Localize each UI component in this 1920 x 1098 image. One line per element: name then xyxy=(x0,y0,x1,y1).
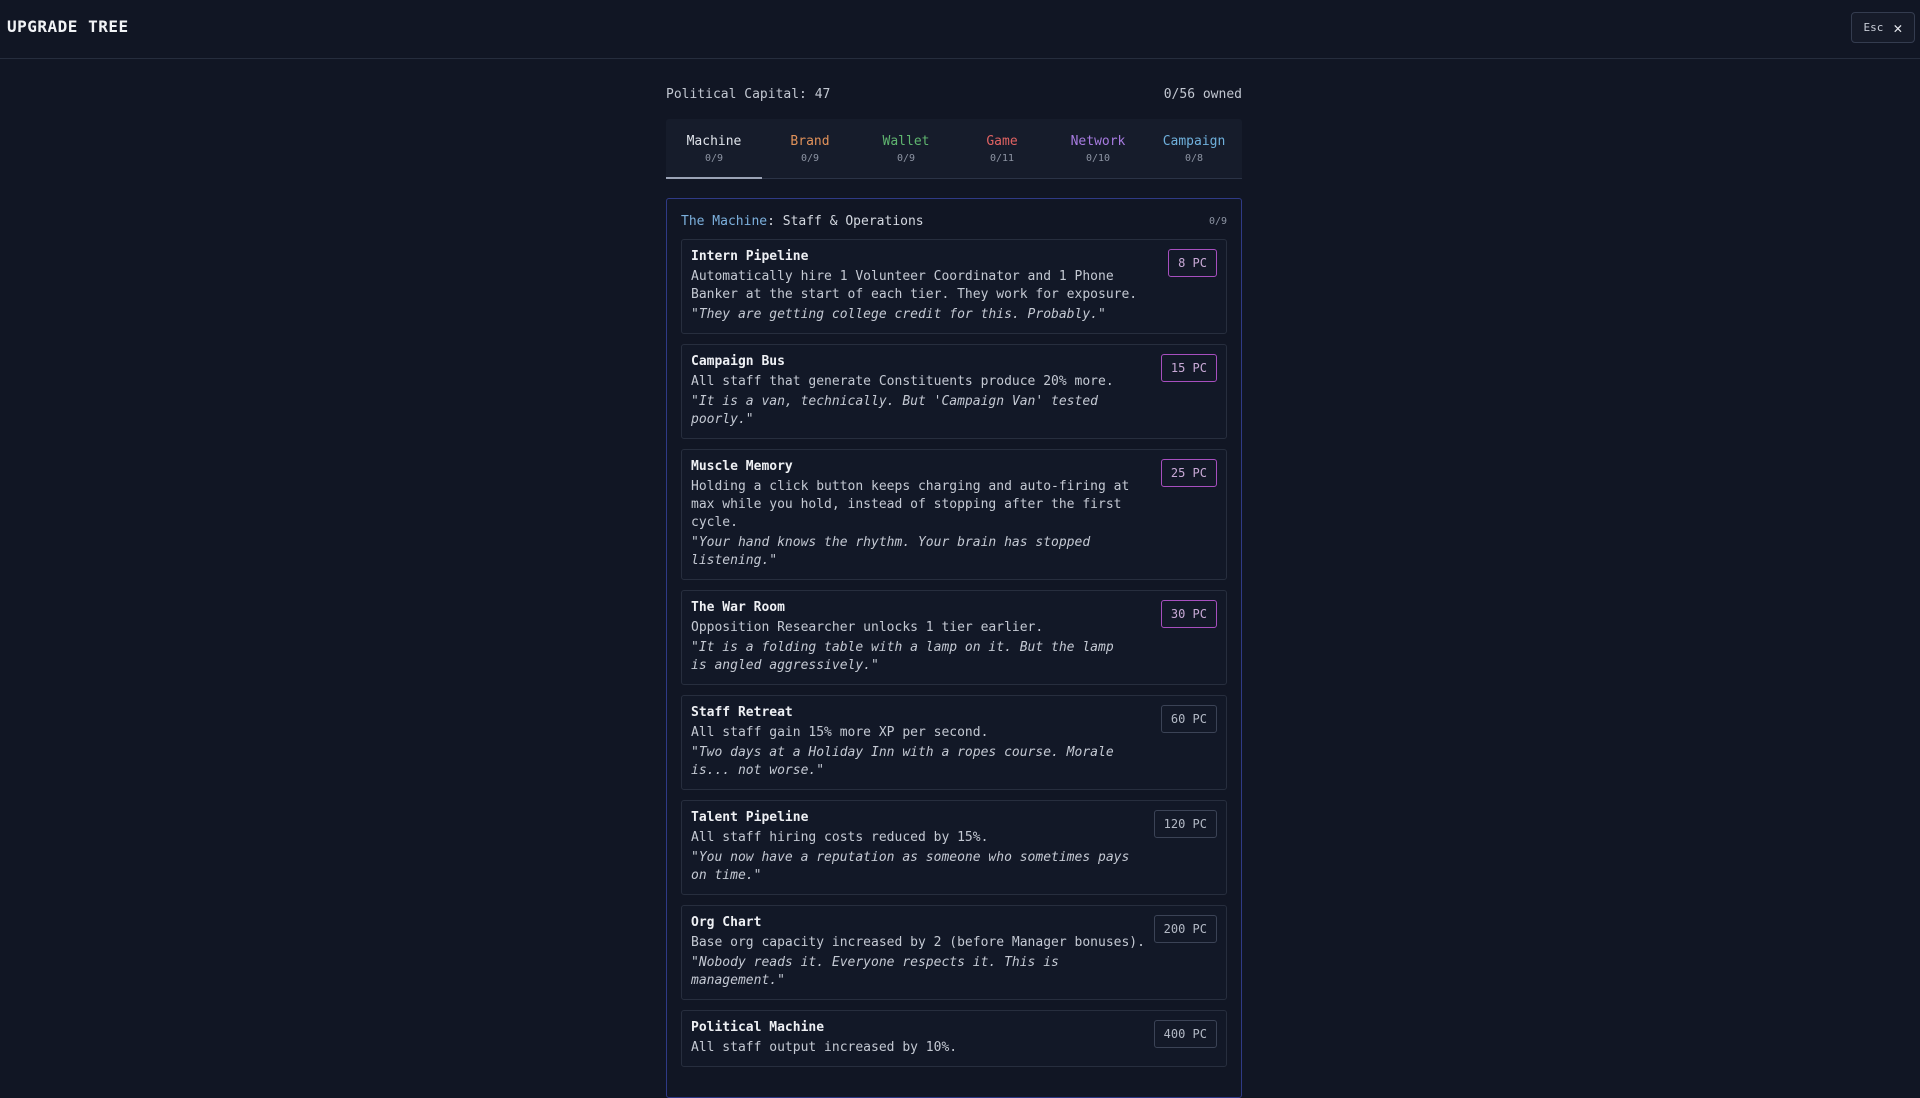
upgrade-description: Automatically hire 1 Volunteer Coordinat… xyxy=(691,269,1138,302)
tab-label: Game xyxy=(986,133,1018,149)
tab-network[interactable]: Network 0/10 xyxy=(1050,119,1146,178)
upgrade-flavor-quote: "Nobody reads it. Everyone respects it. … xyxy=(691,955,1059,988)
panel-subtitle: : Staff & Operations xyxy=(767,213,924,229)
upgrade-card: Campaign Bus All staff that generate Cons… xyxy=(681,344,1227,439)
tab-wallet[interactable]: Wallet 0/9 xyxy=(858,119,954,178)
upgrade-card: Intern Pipeline Automatically hire 1 Volu… xyxy=(681,239,1227,334)
panel-header: The Machine: Staff & Operations 0/9 xyxy=(681,213,1227,229)
tab-count: 0/9 xyxy=(704,152,724,164)
buy-upgrade-button[interactable]: 120 PC xyxy=(1153,810,1217,838)
buy-upgrade-button[interactable]: 15 PC xyxy=(1160,354,1217,382)
upgrade-name: Talent Pipeline xyxy=(691,810,809,825)
status-row: Political Capital: 47 0/56 owned xyxy=(666,80,1242,108)
upgrade-flavor-quote: "Two days at a Holiday Inn with a ropes … xyxy=(691,745,1114,778)
buy-upgrade-button[interactable]: 400 PC xyxy=(1153,1020,1217,1048)
category-tabs: Machine 0/9 Brand 0/9 Wallet 0/9 Game 0/11 Netwo… xyxy=(666,119,1242,179)
owned-count: 0/56 owned xyxy=(1163,86,1242,102)
upgrade-name: Political Machine xyxy=(691,1020,825,1035)
tab-count: 0/10 xyxy=(1085,152,1111,164)
top-bar: UPGRADE TREE Esc ✕ xyxy=(0,0,1920,59)
upgrade-description: Holding a click button keeps charging an… xyxy=(691,479,1130,530)
upgrade-flavor-quote: "Your hand knows the rhythm. Your brain … xyxy=(691,535,1091,568)
upgrade-flavor-quote: "You now have a reputation as someone wh… xyxy=(691,850,1130,883)
esc-label: Esc xyxy=(1863,21,1884,34)
tab-count: 0/9 xyxy=(896,152,916,164)
upgrade-panel: The Machine: Staff & Operations 0/9 Inte… xyxy=(666,198,1242,1098)
upgrade-name: Intern Pipeline xyxy=(691,249,809,264)
buy-upgrade-button[interactable]: 25 PC xyxy=(1160,459,1217,487)
panel-count: 0/9 xyxy=(1208,215,1227,227)
upgrade-name: Staff Retreat xyxy=(691,705,793,720)
tab-brand[interactable]: Brand 0/9 xyxy=(762,119,858,178)
buy-upgrade-button[interactable]: 8 PC xyxy=(1168,249,1217,277)
panel-title: The Machine: Staff & Operations xyxy=(681,214,924,229)
tab-game[interactable]: Game 0/11 xyxy=(954,119,1050,178)
political-capital-label: Political Capital: 47 xyxy=(666,86,831,102)
upgrade-main: Political Capital: 47 0/56 owned Machine… xyxy=(666,80,1242,1098)
close-icon: ✕ xyxy=(1893,18,1903,37)
buy-upgrade-button[interactable]: 30 PC xyxy=(1160,600,1217,628)
close-button[interactable]: Esc ✕ xyxy=(1851,12,1915,43)
tab-label: Network xyxy=(1070,133,1126,149)
tab-count: 0/8 xyxy=(1184,152,1204,164)
upgrade-description: All staff gain 15% more XP per second. xyxy=(691,725,989,740)
upgrade-flavor-quote: "It is a van, technically. But 'Campaign… xyxy=(691,394,1098,427)
tab-machine[interactable]: Machine 0/9 xyxy=(666,119,762,179)
upgrade-card: Political Machine All staff output increa… xyxy=(681,1010,1227,1067)
upgrade-description: All staff that generate Constituents pro… xyxy=(691,374,1114,389)
tab-campaign[interactable]: Campaign 0/8 xyxy=(1146,119,1242,178)
tab-count: 0/11 xyxy=(989,152,1015,164)
buy-upgrade-button[interactable]: 200 PC xyxy=(1153,915,1217,943)
upgrade-description: All staff hiring costs reduced by 15%. xyxy=(691,830,989,845)
upgrade-name: Muscle Memory xyxy=(691,459,793,474)
upgrade-card: Staff Retreat All staff gain 15% more XP … xyxy=(681,695,1227,790)
upgrade-flavor-quote: "They are getting college credit for thi… xyxy=(691,307,1106,322)
buy-upgrade-button[interactable]: 60 PC xyxy=(1160,705,1217,733)
upgrade-card: Muscle Memory Holding a click button keep… xyxy=(681,449,1227,580)
tab-label: Wallet xyxy=(882,133,930,149)
tab-label: Brand xyxy=(790,133,830,149)
tab-label: Campaign xyxy=(1162,133,1226,149)
upgrade-description: All staff output increased by 10%. xyxy=(691,1040,958,1055)
upgrade-name: Campaign Bus xyxy=(691,354,785,369)
panel-category: The Machine xyxy=(681,213,768,229)
upgrade-card: The War Room Opposition Researcher unlock… xyxy=(681,590,1227,685)
upgrade-flavor-quote: "It is a folding table with a lamp on it… xyxy=(691,640,1114,673)
upgrade-description: Base org capacity increased by 2 (before… xyxy=(691,935,1145,950)
upgrade-name: The War Room xyxy=(691,600,785,615)
page-title: UPGRADE TREE xyxy=(7,17,129,36)
upgrade-name: Org Chart xyxy=(691,915,762,930)
upgrade-card: Org Chart Base org capacity increased by … xyxy=(681,905,1227,1000)
upgrade-list: Intern Pipeline Automatically hire 1 Volu… xyxy=(681,239,1227,1067)
upgrade-card: Talent Pipeline All staff hiring costs re… xyxy=(681,800,1227,895)
tab-label: Machine xyxy=(686,133,742,149)
tab-count: 0/9 xyxy=(800,152,820,164)
upgrade-description: Opposition Researcher unlocks 1 tier ear… xyxy=(691,620,1044,635)
